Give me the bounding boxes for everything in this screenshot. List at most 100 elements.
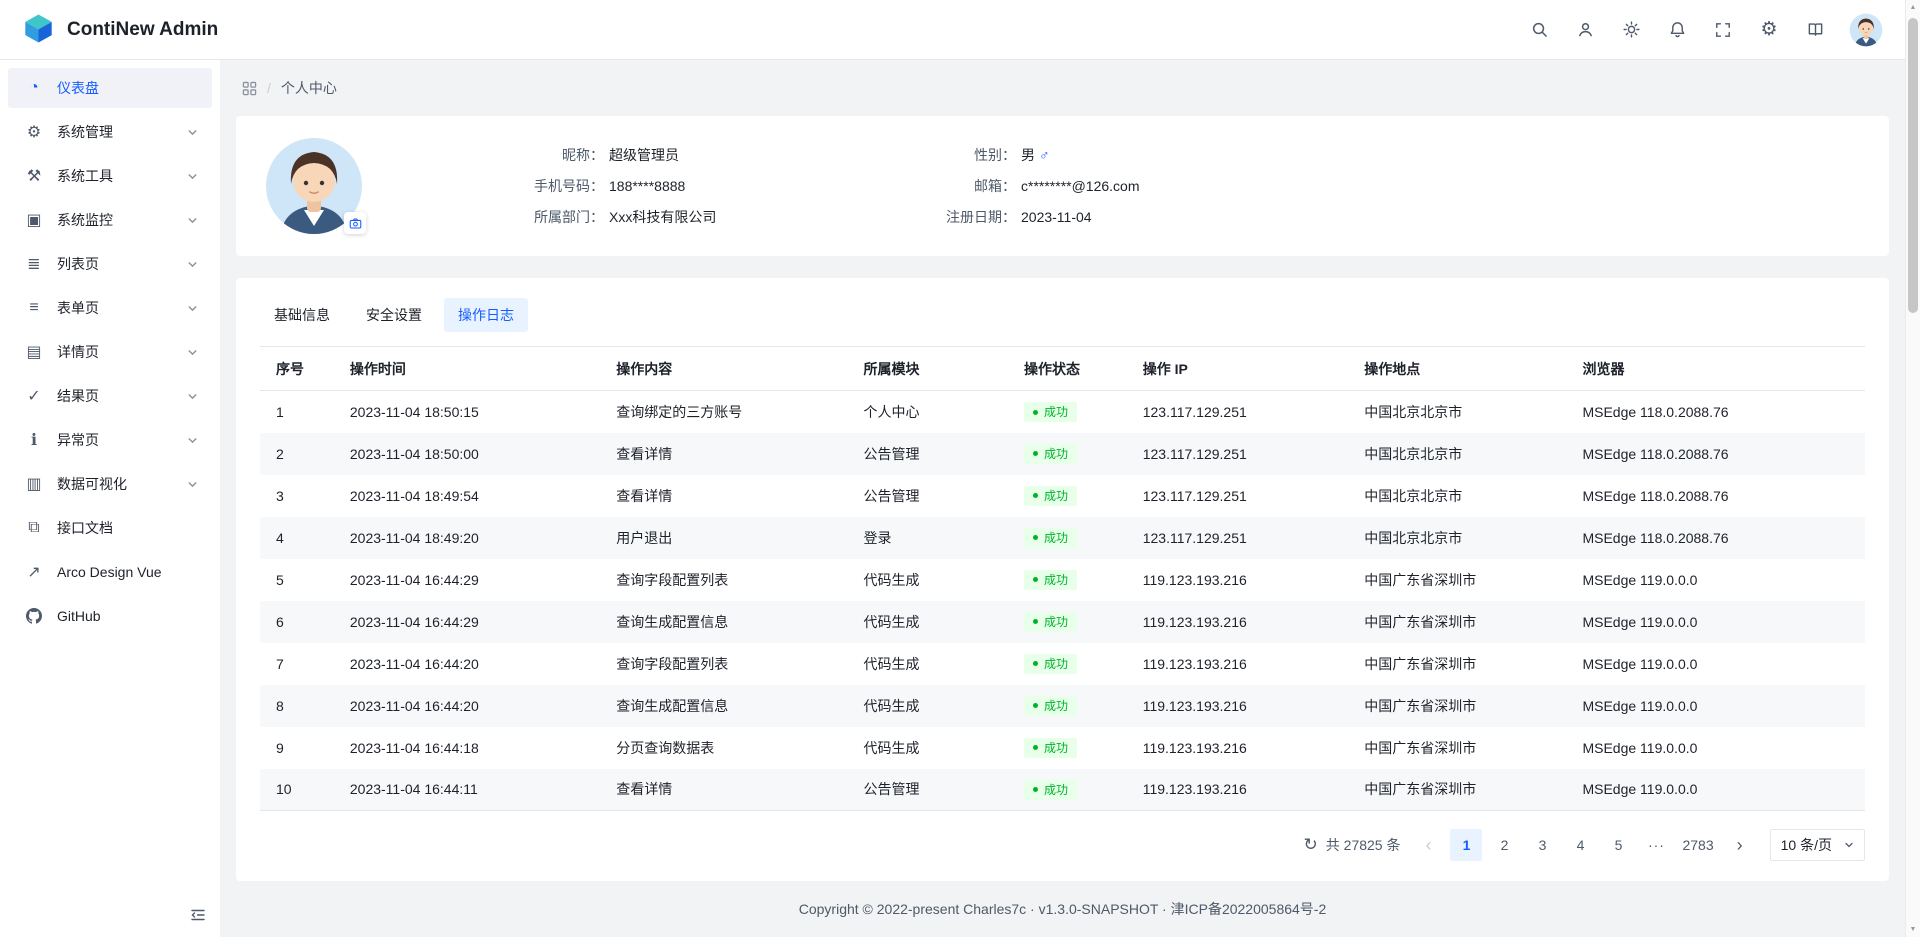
pagination-page-1[interactable]: 1 bbox=[1450, 829, 1482, 861]
sidebar-item-label: Arco Design Vue bbox=[57, 564, 162, 580]
chevron-down-icon bbox=[187, 259, 198, 270]
sidebar-item-system-monitor[interactable]: ▣系统监控 bbox=[8, 200, 212, 240]
tab-bar: 基础信息安全设置操作日志 bbox=[260, 298, 1865, 332]
tab-operation-log[interactable]: 操作日志 bbox=[444, 298, 528, 332]
fullscreen-icon[interactable] bbox=[1705, 12, 1741, 48]
logo-area[interactable]: ContiNew Admin bbox=[22, 12, 218, 48]
table-cell: MSEdge 119.0.0.0 bbox=[1582, 769, 1865, 811]
table-cell: MSEdge 118.0.2088.76 bbox=[1582, 517, 1865, 559]
pagination-next-button[interactable]: › bbox=[1724, 829, 1756, 861]
scrollbar-up-arrow[interactable]: ▲ bbox=[1906, 0, 1920, 15]
table-row: 42023-11-04 18:49:20用户退出登录成功123.117.129.… bbox=[260, 517, 1865, 559]
detail-icon: ▤ bbox=[24, 342, 44, 362]
pagination-page-2783[interactable]: 2783 bbox=[1678, 829, 1717, 861]
table-cell: 2023-11-04 16:44:20 bbox=[350, 685, 616, 727]
status-dot-icon bbox=[1033, 535, 1038, 540]
exception-icon: ℹ bbox=[24, 430, 44, 450]
table-cell: 119.123.193.216 bbox=[1143, 769, 1364, 811]
status-badge: 成功 bbox=[1024, 654, 1077, 674]
sidebar-item-label: 异常页 bbox=[57, 430, 99, 450]
profile-card: 昵称：超级管理员手机号码：188****8888所属部门：Xxx科技有限公司性别… bbox=[236, 116, 1889, 256]
table-cell: 2023-11-04 16:44:29 bbox=[350, 559, 616, 601]
table-cell: 中国广东省深圳市 bbox=[1364, 685, 1582, 727]
status-dot-icon bbox=[1033, 410, 1038, 415]
table-row: 52023-11-04 16:44:29查询字段配置列表代码生成成功119.12… bbox=[260, 559, 1865, 601]
page-size-select[interactable]: 10 条/页 bbox=[1770, 829, 1865, 861]
pagination-page-3[interactable]: 3 bbox=[1526, 829, 1558, 861]
field-label: 注册日期： bbox=[904, 207, 1016, 227]
sidebar-item-result-pages[interactable]: ✓结果页 bbox=[8, 376, 212, 416]
breadcrumb: / 个人中心 bbox=[220, 60, 1905, 116]
search-icon[interactable] bbox=[1521, 12, 1557, 48]
table-cell: 8 bbox=[260, 685, 350, 727]
dashboard-icon: ◔ bbox=[24, 79, 44, 97]
sidebar-item-list-pages[interactable]: ≣列表页 bbox=[8, 244, 212, 284]
page-size-value: 10 条/页 bbox=[1781, 835, 1832, 855]
table-cell: 公告管理 bbox=[863, 433, 1024, 475]
pagination-page-2[interactable]: 2 bbox=[1488, 829, 1520, 861]
notification-bell-icon[interactable] bbox=[1659, 12, 1695, 48]
pagination-page-5[interactable]: 5 bbox=[1602, 829, 1634, 861]
sidebar-item-label: 接口文档 bbox=[57, 518, 113, 538]
profile-field: 所属部门：Xxx科技有限公司 bbox=[492, 207, 904, 227]
table-cell: 2023-11-04 18:49:20 bbox=[350, 517, 616, 559]
tab-basic-info[interactable]: 基础信息 bbox=[260, 298, 344, 332]
pagination-prev-button[interactable]: ‹ bbox=[1412, 829, 1444, 861]
sidebar-item-data-visualization[interactable]: ▥数据可视化 bbox=[8, 464, 212, 504]
refresh-icon[interactable]: ↻ bbox=[1304, 835, 1318, 855]
table-cell: 中国北京北京市 bbox=[1364, 517, 1582, 559]
table-cell: 2 bbox=[260, 433, 350, 475]
column-header: 操作 IP bbox=[1143, 347, 1364, 391]
status-badge: 成功 bbox=[1024, 444, 1077, 464]
table-row: 102023-11-04 16:44:11查看详情公告管理成功119.123.1… bbox=[260, 769, 1865, 811]
table-cell: MSEdge 119.0.0.0 bbox=[1582, 685, 1865, 727]
status-badge: 成功 bbox=[1024, 570, 1077, 590]
user-avatar[interactable] bbox=[1849, 13, 1883, 47]
field-label: 昵称： bbox=[492, 145, 604, 165]
scrollbar-thumb[interactable] bbox=[1908, 18, 1918, 313]
profile-avatar[interactable] bbox=[264, 136, 364, 236]
status-dot-icon bbox=[1033, 493, 1038, 498]
sidebar-item-system-tools[interactable]: ⚒系统工具 bbox=[8, 156, 212, 196]
sidebar-collapse-button[interactable] bbox=[184, 901, 212, 929]
sidebar-item-api-docs[interactable]: ⧉接口文档 bbox=[8, 508, 212, 548]
table-cell: 分页查询数据表 bbox=[616, 727, 863, 769]
column-header: 所属模块 bbox=[863, 347, 1024, 391]
tools-icon: ⚒ bbox=[24, 166, 44, 186]
sidebar-item-detail-pages[interactable]: ▤详情页 bbox=[8, 332, 212, 372]
table-cell: 2023-11-04 18:49:54 bbox=[350, 475, 616, 517]
status-dot-icon bbox=[1033, 661, 1038, 666]
theme-sun-icon[interactable] bbox=[1613, 12, 1649, 48]
docs-icon[interactable] bbox=[1797, 12, 1833, 48]
settings-gear-icon[interactable]: ⚙ bbox=[1751, 12, 1787, 48]
chevron-down-icon bbox=[187, 347, 198, 358]
sidebar-item-form-pages[interactable]: ≡表单页 bbox=[8, 288, 212, 328]
user-icon[interactable] bbox=[1567, 12, 1603, 48]
sidebar-item-system-management[interactable]: ⚙系统管理 bbox=[8, 112, 212, 152]
page-scrollbar[interactable]: ▲ ▼ bbox=[1905, 0, 1920, 937]
camera-icon[interactable] bbox=[344, 212, 366, 234]
sidebar-item-exception-pages[interactable]: ℹ 异常页 bbox=[8, 420, 212, 460]
table-cell: 中国广东省深圳市 bbox=[1364, 769, 1582, 811]
sidebar-item-arco-design-vue[interactable]: ↗Arco Design Vue bbox=[8, 552, 212, 592]
table-row: 12023-11-04 18:50:15查询绑定的三方账号个人中心成功123.1… bbox=[260, 391, 1865, 433]
pagination-ellipsis[interactable]: ··· bbox=[1640, 829, 1672, 861]
table-cell: 4 bbox=[260, 517, 350, 559]
apps-grid-icon[interactable] bbox=[242, 81, 257, 96]
table-cell: 5 bbox=[260, 559, 350, 601]
chevron-down-icon bbox=[187, 127, 198, 138]
table-cell: MSEdge 119.0.0.0 bbox=[1582, 727, 1865, 769]
sidebar-item-github[interactable]: GitHub bbox=[8, 596, 212, 636]
tab-security-settings[interactable]: 安全设置 bbox=[352, 298, 436, 332]
field-label: 手机号码： bbox=[492, 176, 604, 196]
field-value: c********@126.com bbox=[1021, 176, 1140, 196]
status-dot-icon bbox=[1033, 703, 1038, 708]
field-value: Xxx科技有限公司 bbox=[609, 207, 716, 227]
app-logo-icon bbox=[22, 12, 55, 48]
header-actions: ⚙ bbox=[1521, 12, 1883, 48]
form-icon: ≡ bbox=[24, 299, 44, 317]
sidebar-item-dashboard[interactable]: ◔仪表盘 bbox=[8, 68, 212, 108]
table-cell: 3 bbox=[260, 475, 350, 517]
scrollbar-down-arrow[interactable]: ▼ bbox=[1906, 922, 1920, 937]
pagination-page-4[interactable]: 4 bbox=[1564, 829, 1596, 861]
